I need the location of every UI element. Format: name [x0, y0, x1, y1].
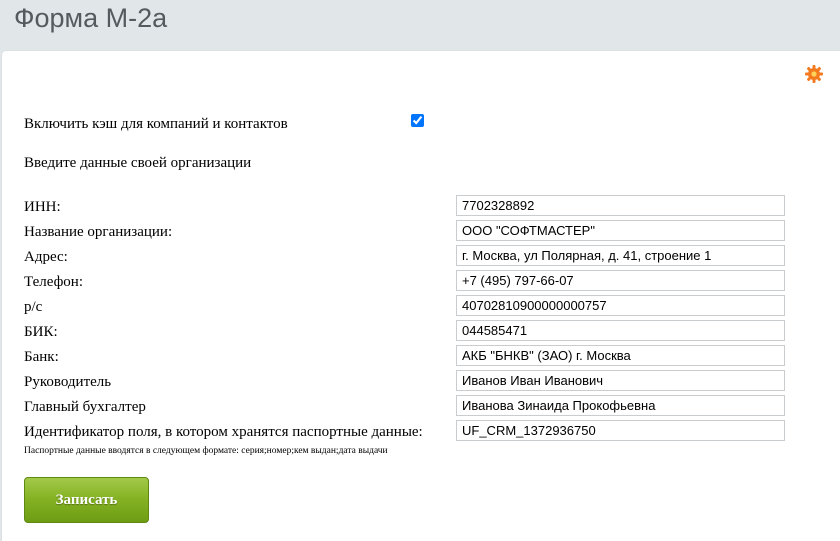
- passport-format-hint: Паспортные данные вводятся в следующем ф…: [24, 446, 388, 456]
- passport-field-id-label: Идентификатор поля, в котором хранятся п…: [24, 424, 423, 440]
- accountant-field[interactable]: [456, 395, 785, 416]
- gear-icon[interactable]: [804, 64, 824, 84]
- director-field[interactable]: [456, 370, 785, 391]
- bank-label: Банк:: [24, 349, 59, 365]
- account-field[interactable]: [456, 295, 785, 316]
- inn-label: ИНН:: [24, 199, 61, 215]
- bik-field[interactable]: [456, 320, 785, 341]
- inn-field[interactable]: [456, 195, 785, 216]
- phone-field[interactable]: [456, 270, 785, 291]
- account-label: р/с: [24, 299, 43, 315]
- bik-label: БИК:: [24, 324, 58, 340]
- passport-field-id-field[interactable]: [456, 420, 785, 441]
- address-label: Адрес:: [24, 249, 68, 265]
- director-label: Руководитель: [24, 374, 112, 390]
- org-name-field[interactable]: [456, 220, 785, 241]
- address-field[interactable]: [456, 245, 785, 266]
- accountant-label: Главный бухгалтер: [24, 399, 146, 415]
- cache-checkbox[interactable]: [411, 114, 424, 127]
- phone-label: Телефон:: [24, 274, 83, 290]
- cache-label: Включить кэш для компаний и контактов: [24, 116, 288, 132]
- section-heading: Введите данные своей организации: [24, 155, 252, 171]
- save-button[interactable]: Записать: [24, 477, 149, 523]
- page-title: Форма М-2а: [14, 3, 168, 33]
- org-name-label: Название организации:: [24, 224, 173, 240]
- bank-field[interactable]: [456, 345, 785, 366]
